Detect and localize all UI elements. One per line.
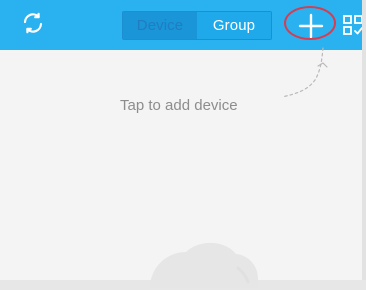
plus-icon xyxy=(298,13,324,38)
tab-device[interactable]: Device xyxy=(123,12,197,39)
refresh-icon xyxy=(23,12,43,34)
add-device-button[interactable] xyxy=(289,8,333,43)
qr-check-icon xyxy=(343,15,363,35)
cloud-wifi-illustration xyxy=(150,242,259,288)
app-screen: Device Group Tap to add device xyxy=(0,0,366,288)
right-edge-strip xyxy=(362,0,366,280)
top-bar: Device Group xyxy=(0,0,366,50)
refresh-button[interactable] xyxy=(18,8,48,38)
device-group-switch: Device Group xyxy=(122,11,272,40)
tab-group[interactable]: Group xyxy=(197,12,271,39)
empty-state-hint: Tap to add device xyxy=(120,97,238,114)
